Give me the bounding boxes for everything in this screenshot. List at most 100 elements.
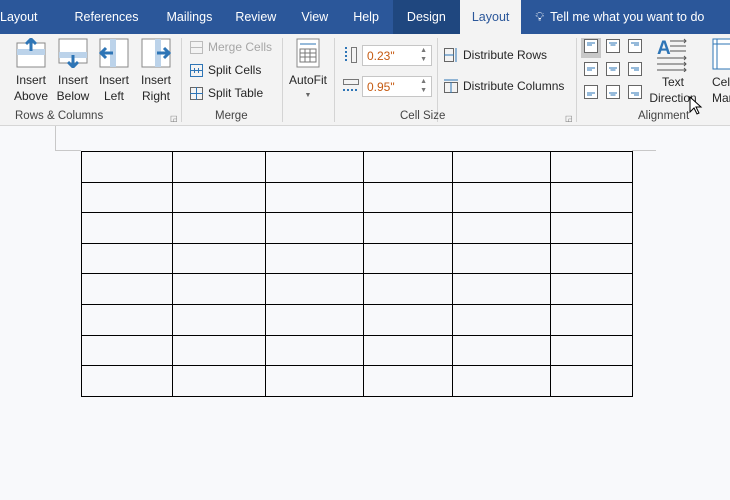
table-row bbox=[81, 242, 633, 275]
table-cell[interactable] bbox=[550, 151, 633, 183]
table-cell[interactable] bbox=[81, 151, 173, 183]
table-cell[interactable] bbox=[363, 365, 453, 397]
document-table[interactable] bbox=[81, 151, 633, 397]
table-cell[interactable] bbox=[452, 151, 551, 183]
rows-columns-launcher-icon[interactable]: ◲ bbox=[170, 114, 178, 123]
tab-references[interactable]: References bbox=[49, 0, 150, 34]
table-cell[interactable] bbox=[172, 303, 266, 336]
table-cell[interactable] bbox=[452, 303, 551, 336]
table-cell[interactable] bbox=[452, 365, 551, 397]
cell-margins-button[interactable]: Cell Margins bbox=[702, 38, 730, 106]
align-bottom-right-icon[interactable] bbox=[628, 85, 642, 99]
autofit-button[interactable]: AutoFit ▼ bbox=[287, 38, 329, 104]
table-cell[interactable] bbox=[550, 365, 633, 397]
split-cells-button[interactable]: Split Cells bbox=[190, 63, 261, 77]
table-cell[interactable] bbox=[550, 181, 633, 214]
table-cell[interactable] bbox=[265, 334, 364, 367]
table-cell[interactable] bbox=[363, 242, 453, 275]
table-cell[interactable] bbox=[550, 212, 633, 244]
table-cell[interactable] bbox=[265, 365, 364, 397]
lightbulb-icon: 💡︎ bbox=[535, 9, 545, 24]
align-top-left-icon[interactable] bbox=[584, 39, 598, 53]
insert-below-icon bbox=[58, 38, 88, 68]
table-cell[interactable] bbox=[363, 334, 453, 367]
tab-help[interactable]: Help bbox=[339, 0, 393, 34]
align-top-center-icon[interactable] bbox=[606, 39, 620, 53]
table-cell[interactable] bbox=[265, 273, 364, 305]
table-cell[interactable] bbox=[452, 242, 551, 275]
table-cell[interactable] bbox=[363, 273, 453, 305]
table-cell[interactable] bbox=[172, 181, 266, 214]
insert-above-button[interactable]: Insert Above bbox=[10, 38, 52, 104]
tell-me-search[interactable]: 💡︎ Tell me what you want to do bbox=[521, 10, 704, 25]
cell-size-launcher-icon[interactable]: ◲ bbox=[565, 114, 573, 123]
table-cell[interactable] bbox=[550, 303, 633, 336]
table-row bbox=[81, 273, 633, 305]
table-cell[interactable] bbox=[172, 273, 266, 305]
insert-right-button[interactable]: Insert Right bbox=[136, 38, 176, 104]
table-cell[interactable] bbox=[452, 334, 551, 367]
table-cell[interactable] bbox=[81, 334, 173, 367]
align-center-icon[interactable] bbox=[606, 62, 620, 76]
spinner-arrows-icon[interactable]: ▲ ▼ bbox=[420, 46, 427, 64]
tab-layout-page[interactable]: Layout bbox=[0, 0, 49, 34]
table-cell[interactable] bbox=[550, 334, 633, 367]
table-cell[interactable] bbox=[363, 212, 453, 244]
distribute-rows-button[interactable]: Distribute Rows bbox=[444, 48, 547, 62]
tab-review[interactable]: Review bbox=[223, 0, 287, 34]
split-cells-icon bbox=[190, 63, 203, 77]
table-cell[interactable] bbox=[172, 212, 266, 244]
table-cell[interactable] bbox=[550, 273, 633, 305]
align-top-right-icon[interactable] bbox=[628, 39, 642, 53]
align-bottom-center-icon[interactable] bbox=[606, 85, 620, 99]
align-center-right-icon[interactable] bbox=[628, 62, 642, 76]
align-bottom-left-icon[interactable] bbox=[584, 85, 598, 99]
tab-mailings[interactable]: Mailings bbox=[149, 0, 223, 34]
table-cell[interactable] bbox=[172, 365, 266, 397]
table-cell[interactable] bbox=[265, 181, 364, 214]
table-cell[interactable] bbox=[550, 242, 633, 275]
insert-left-icon bbox=[99, 38, 129, 68]
table-cell[interactable] bbox=[265, 303, 364, 336]
table-cell[interactable] bbox=[265, 151, 364, 183]
margin-guide bbox=[632, 150, 656, 151]
insert-below-button[interactable]: Insert Below bbox=[52, 38, 94, 104]
divider bbox=[576, 38, 577, 122]
align-center-left-icon[interactable] bbox=[584, 62, 598, 76]
distribute-columns-button[interactable]: Distribute Columns bbox=[444, 79, 564, 93]
table-cell[interactable] bbox=[363, 151, 453, 183]
spinner-arrows-icon[interactable]: ▲ ▼ bbox=[420, 77, 427, 95]
tab-view[interactable]: View bbox=[287, 0, 339, 34]
row-height-input[interactable]: 0.23" ▲ ▼ bbox=[362, 45, 432, 66]
table-cell[interactable] bbox=[81, 181, 173, 214]
table-cell[interactable] bbox=[81, 273, 173, 305]
table-cell[interactable] bbox=[452, 212, 551, 244]
table-cell[interactable] bbox=[265, 242, 364, 275]
table-cell[interactable] bbox=[172, 151, 266, 183]
column-width-input[interactable]: 0.95" ▲ ▼ bbox=[362, 76, 432, 97]
table-row bbox=[81, 151, 633, 183]
tab-table-layout[interactable]: Layout bbox=[459, 0, 522, 34]
split-table-icon bbox=[190, 86, 203, 100]
table-cell[interactable] bbox=[363, 181, 453, 214]
table-cell[interactable] bbox=[172, 334, 266, 367]
divider bbox=[181, 38, 182, 122]
table-cell[interactable] bbox=[81, 242, 173, 275]
split-table-button[interactable]: Split Table bbox=[190, 86, 263, 100]
table-cell[interactable] bbox=[452, 273, 551, 305]
table-cell[interactable] bbox=[363, 303, 453, 336]
table-row bbox=[81, 212, 633, 244]
alignment-grid bbox=[584, 39, 642, 99]
label: Split Table bbox=[208, 86, 264, 100]
table-cell[interactable] bbox=[81, 212, 173, 244]
table-cell[interactable] bbox=[81, 365, 173, 397]
table-cell[interactable] bbox=[452, 181, 551, 214]
insert-left-button[interactable]: Insert Left bbox=[94, 38, 134, 104]
merge-cells-button[interactable]: Merge Cells bbox=[190, 40, 272, 54]
merge-cells-icon bbox=[190, 40, 203, 54]
table-row bbox=[81, 303, 633, 336]
table-cell[interactable] bbox=[265, 212, 364, 244]
table-cell[interactable] bbox=[81, 303, 173, 336]
tab-design[interactable]: Design bbox=[392, 0, 460, 34]
table-cell[interactable] bbox=[172, 242, 266, 275]
